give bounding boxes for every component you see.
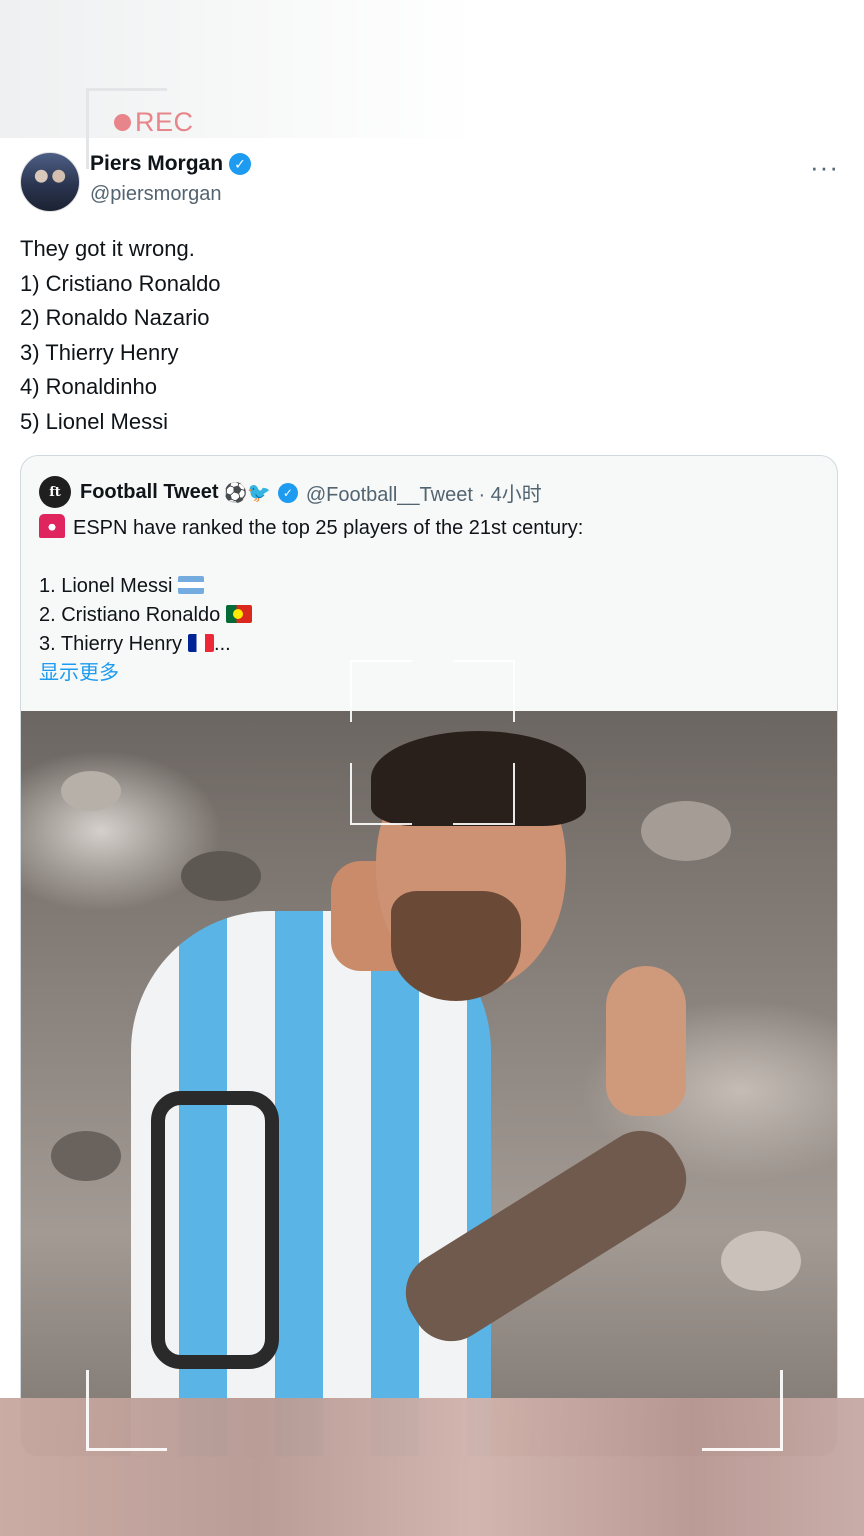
tweet-line: 3) Thierry Henry <box>20 339 179 365</box>
rec-dot-icon <box>114 113 131 131</box>
tweet-line: 5) Lionel Messi <box>20 408 168 434</box>
quoted-verified-badge-icon: ✓ <box>277 482 298 503</box>
ranking-item: 3. Thierry Henry... <box>39 630 819 659</box>
quoted-header: Football Tweet ⚽🐦 ✓ @Football__Tweet · 4… <box>80 478 542 507</box>
ranking-item: 1. Lionel Messi <box>39 572 819 601</box>
focus-corner <box>350 660 412 722</box>
rec-indicator: REC <box>114 106 194 138</box>
tweet-line: 2) Ronaldo Nazario <box>20 305 210 331</box>
argentina-flag-icon <box>178 576 205 594</box>
quoted-headline: ESPN have ranked the top 25 players of t… <box>73 517 584 539</box>
ranking-item-text: 1. Lionel Messi <box>39 575 173 597</box>
author-name[interactable]: Piers Morgan <box>90 152 223 176</box>
ranking-item-suffix: ... <box>214 633 231 655</box>
author-name-row: Piers Morgan ✓ <box>90 152 252 176</box>
verified-badge-icon: ✓ <box>229 153 252 175</box>
camera-focus-box <box>350 660 515 825</box>
crowd-blob <box>641 801 731 861</box>
ranking-item-text: 2. Cristiano Ronaldo <box>39 604 221 626</box>
siren-icon <box>39 514 65 538</box>
player-beard <box>391 891 521 1001</box>
shirt-number <box>151 1091 279 1369</box>
author-handle[interactable]: @piersmorgan <box>90 183 221 206</box>
player-hand <box>606 966 686 1116</box>
more-options-icon[interactable]: ··· <box>810 152 839 183</box>
tweet-line: 1) Cristiano Ronaldo <box>20 270 221 296</box>
crowd-blob <box>61 771 121 811</box>
crowd-blob <box>181 851 261 901</box>
avatar[interactable] <box>20 152 80 212</box>
quoted-avatar[interactable]: ft <box>39 476 71 508</box>
camera-frame-corner-bottom-left <box>86 1370 167 1451</box>
quoted-name-emoji: ⚽🐦 <box>223 482 271 504</box>
rec-label: REC <box>135 106 194 137</box>
tweet-line: 4) Ronaldinho <box>20 374 157 400</box>
quoted-author-handle[interactable]: @Football__Tweet · 4小时 <box>306 478 542 507</box>
ranking-item: 2. Cristiano Ronaldo <box>39 601 819 630</box>
quoted-tweet-card[interactable]: ft Football Tweet ⚽🐦 ✓ @Football__Tweet … <box>20 455 838 1457</box>
focus-corner <box>453 763 515 825</box>
focus-corner <box>453 660 515 722</box>
tweet-line: They got it wrong. <box>20 236 195 261</box>
tweet-text: They got it wrong. 1) Cristiano Ronaldo … <box>20 232 221 440</box>
portugal-flag-icon <box>226 605 253 623</box>
crowd-blob <box>51 1131 121 1181</box>
ranking-item-text: 3. Thierry Henry <box>39 633 183 655</box>
crowd-blob <box>721 1231 801 1291</box>
focus-corner <box>350 763 412 825</box>
quoted-author-name[interactable]: Football Tweet <box>80 481 219 504</box>
camera-frame-corner-bottom-right <box>702 1370 783 1451</box>
france-flag-icon <box>188 634 215 652</box>
